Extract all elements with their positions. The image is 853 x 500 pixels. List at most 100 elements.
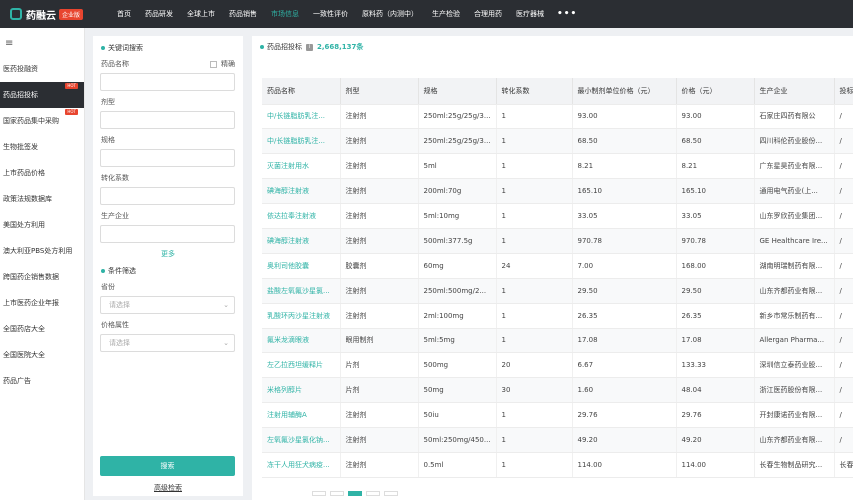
table-cell: 注射剂 xyxy=(339,104,418,130)
column-header[interactable]: 投标 xyxy=(833,78,853,105)
nav-api[interactable]: 原料药（内测中） xyxy=(355,0,425,28)
column-header[interactable]: 剂型 xyxy=(339,78,418,105)
advanced-search-link[interactable]: 高级检索 xyxy=(93,483,243,493)
ratio-input[interactable] xyxy=(100,187,235,205)
maker-input[interactable] xyxy=(100,225,235,243)
table-row[interactable]: 盐酸左氧氟沙星氯... 注射剂 250ml:500mg/2... 1 29.50 29.5… xyxy=(262,278,853,304)
sidebar-item-drug-price[interactable]: 上市药品价格 xyxy=(0,160,84,186)
table-cell: 1.60 xyxy=(571,377,676,404)
drug-name-link[interactable]: 碘海醇注射液 xyxy=(262,178,340,205)
table-row[interactable]: 左乙拉西坦缓释片 片剂 500mg 20 6.67 133.33 深圳信立泰药业股... / xyxy=(262,352,853,379)
sidebar-item-drug-ads[interactable]: 药品广告 xyxy=(0,368,84,394)
sidebar-item-au-pbs[interactable]: 澳大利亚PBS处方利用 xyxy=(0,238,84,264)
nav-consistency-eval[interactable]: 一致性评价 xyxy=(306,0,355,28)
province-select[interactable]: 请选择 ⌄ xyxy=(100,296,235,314)
table-row[interactable]: 乳酸环丙沙星注射液 注射剂 2ml:100mg 1 26.35 26.35 新乡市常乐制药有… xyxy=(262,303,853,329)
table-cell: 168.00 xyxy=(675,253,754,279)
drug-name-link[interactable]: 乳酸环丙沙星注射液 xyxy=(262,303,340,329)
table-cell: 山东齐都药业有限... xyxy=(753,278,834,304)
column-header[interactable]: 药品名称 xyxy=(262,78,340,105)
sidebar-item-us-prescription[interactable]: 美国处方利用 xyxy=(0,212,84,238)
column-header[interactable]: 最小制剂单位价格（元） xyxy=(571,78,676,105)
hamburger-icon[interactable]: ≡ xyxy=(0,28,84,56)
drug-name-link[interactable]: 氟米龙滴眼液 xyxy=(262,328,340,354)
table-cell: 1 xyxy=(495,104,572,130)
table-row[interactable]: 碘海醇注射液 注射剂 500ml:377.5g 1 970.78 970.78 GE Hea… xyxy=(262,228,853,254)
table-cell: / xyxy=(833,278,853,304)
drug-name-link[interactable]: 注射用辅酶A xyxy=(262,402,340,429)
nav-global-launch[interactable]: 全球上市 xyxy=(180,0,222,28)
drug-name-link[interactable]: 中/长链脂肪乳注... xyxy=(262,128,340,155)
exact-match-checkbox[interactable]: 精确 xyxy=(210,59,235,69)
table-cell: 注射剂 xyxy=(339,228,418,254)
table-row[interactable]: 中/长链脂肪乳注... 注射剂 250ml:25g/25g/3... 1 93.00 93… xyxy=(262,104,853,130)
page-button-current[interactable] xyxy=(348,491,362,496)
column-header[interactable]: 价格（元） xyxy=(675,78,754,105)
nav-market-info[interactable]: 市场信息 xyxy=(264,0,306,28)
drug-name-link[interactable]: 灭菌注射用水 xyxy=(262,153,340,180)
table-row[interactable]: 奥利司他胶囊 胶囊剂 60mg 24 7.00 168.00 湖南明瑞制药有限... / xyxy=(262,253,853,279)
column-header[interactable]: 生产企业 xyxy=(753,78,834,105)
sidebar-item-policy[interactable]: 政策法规数据库 xyxy=(0,186,84,212)
drug-name-input[interactable] xyxy=(100,73,235,91)
drug-name-link[interactable]: 碘海醇注射液 xyxy=(262,228,340,254)
dosage-input[interactable] xyxy=(100,111,235,129)
table-row[interactable]: 碘海醇注射液 注射剂 200ml:70g 1 165.10 165.10 通用电气药业(上.… xyxy=(262,178,853,205)
table-row[interactable]: 米格列醇片 片剂 50mg 30 1.60 48.04 浙江医药股份有限... / xyxy=(262,377,853,404)
drug-name-link[interactable]: 冻干人用狂犬病疫... xyxy=(262,452,340,478)
table-cell: / xyxy=(833,203,853,229)
page-button[interactable] xyxy=(384,491,398,496)
nav-drug-rd[interactable]: 药品研发 xyxy=(138,0,180,28)
table-cell: 1 xyxy=(495,427,572,453)
nav-drug-sales[interactable]: 药品销售 xyxy=(222,0,264,28)
sidebar-item-annual-report[interactable]: 上市医药企业年报 xyxy=(0,290,84,316)
column-header[interactable]: 规格 xyxy=(417,78,496,105)
logo[interactable]: 药融云 企业版 xyxy=(10,7,100,22)
table-row[interactable]: 左氧氟沙星氯化钠... 注射剂 50ml:250mg/450... 1 49.20 49.… xyxy=(262,427,853,453)
sidebar: ≡ 医药投融资 药品招投标 HOT 国家药品集中采购 HOT 生物批签发 上市药品价… xyxy=(0,28,85,500)
table-row[interactable]: 灭菌注射用水 注射剂 5ml 1 8.21 8.21 广东星昊药业有限... / xyxy=(262,153,853,180)
table-cell: 湖南明瑞制药有限... xyxy=(753,253,834,279)
drug-name-link[interactable]: 依达拉奉注射液 xyxy=(262,203,340,229)
info-icon[interactable]: i xyxy=(306,43,313,51)
more-link[interactable]: 更多 xyxy=(93,249,243,259)
search-button[interactable]: 搜索 xyxy=(100,456,235,476)
nav-home[interactable]: 首页 xyxy=(110,0,138,28)
sidebar-item-drug-bidding[interactable]: 药品招投标 HOT xyxy=(0,82,84,108)
table-row[interactable]: 注射用辅酶A 注射剂 50iu 1 29.76 29.76 开封康诺药业有限... / xyxy=(262,402,853,429)
page-button[interactable] xyxy=(366,491,380,496)
table-cell: 注射剂 xyxy=(339,278,418,304)
drug-name-link[interactable]: 左乙拉西坦缓释片 xyxy=(262,352,340,379)
price-attr-select[interactable]: 请选择 ⌄ xyxy=(100,334,235,352)
nav-production-inspection[interactable]: 生产检验 xyxy=(425,0,467,28)
page-button[interactable] xyxy=(312,491,326,496)
sidebar-item-batch-release[interactable]: 生物批签发 xyxy=(0,134,84,160)
table-row[interactable]: 冻干人用狂犬病疫... 注射剂 0.5ml 1 114.00 114.00 长春生物制品研究… xyxy=(262,452,853,478)
table-cell: 33.05 xyxy=(675,203,754,229)
dosage-label: 剂型 xyxy=(101,98,115,106)
column-header[interactable]: 转化系数 xyxy=(495,78,572,105)
drug-name-link[interactable]: 米格列醇片 xyxy=(262,377,340,404)
table-row[interactable]: 中/长链脂肪乳注... 注射剂 250ml:25g/25g/3... 1 68.50 68… xyxy=(262,128,853,155)
drug-name-link[interactable]: 中/长链脂肪乳注... xyxy=(262,104,340,130)
page-button[interactable] xyxy=(330,491,344,496)
table-cell: / xyxy=(833,128,853,155)
more-menu-icon[interactable]: ••• xyxy=(551,9,583,19)
table-row[interactable]: 依达拉奉注射液 注射剂 5ml:10mg 1 33.05 33.05 山东罗欣药业集团...… xyxy=(262,203,853,229)
sidebar-item-investment[interactable]: 医药投融资 xyxy=(0,56,84,82)
nav-rational-use[interactable]: 合理用药 xyxy=(467,0,509,28)
drug-name-link[interactable]: 左氧氟沙星氯化钠... xyxy=(262,427,340,453)
sidebar-item-hospitals[interactable]: 全国医院大全 xyxy=(0,342,84,368)
table-cell: 四川科伦药业股份... xyxy=(753,128,834,155)
nav-medical-devices[interactable]: 医疗器械 xyxy=(509,0,551,28)
drug-name-link[interactable]: 盐酸左氧氟沙星氯... xyxy=(262,278,340,304)
sidebar-item-central-procurement[interactable]: 国家药品集中采购 HOT xyxy=(0,108,84,134)
sidebar-item-mnc-sales[interactable]: 跨国药企销售数据 xyxy=(0,264,84,290)
table-cell: / xyxy=(833,402,853,429)
drug-name-link[interactable]: 奥利司他胶囊 xyxy=(262,253,340,279)
sidebar-item-pharmacies[interactable]: 全国药店大全 xyxy=(0,316,84,342)
spec-input[interactable] xyxy=(100,149,235,167)
table-cell: 新乡市常乐制药有... xyxy=(753,303,834,329)
table-row[interactable]: 氟米龙滴眼液 眼用制剂 5ml:5mg 1 17.08 17.08 Allergan Pha… xyxy=(262,328,853,354)
table-cell: 49.20 xyxy=(571,427,676,453)
